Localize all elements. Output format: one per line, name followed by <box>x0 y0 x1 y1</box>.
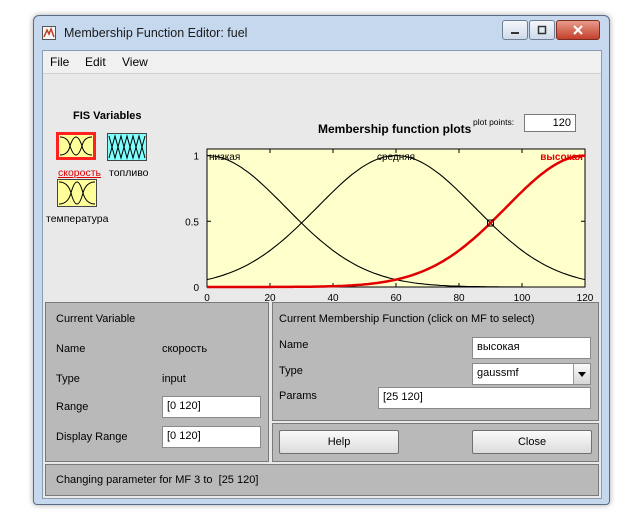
cv-name-value: скорость <box>162 343 208 355</box>
fis-var-temperatura-box[interactable] <box>57 179 97 207</box>
mf-label-1[interactable]: низкая <box>209 152 240 163</box>
buttons-panel: Help Close <box>272 423 599 462</box>
current-mf-title: Current Membership Function (click on MF… <box>279 313 535 325</box>
mf-label-3[interactable]: высокая <box>540 152 583 163</box>
current-variable-title: Current Variable <box>56 313 136 325</box>
close-button[interactable]: Close <box>472 430 592 454</box>
maximize-button[interactable] <box>529 20 555 40</box>
help-button[interactable]: Help <box>279 430 399 454</box>
menu-bar: File Edit View <box>43 51 601 74</box>
window-title: Membership Function Editor: fuel <box>64 26 248 40</box>
fis-var-skorost-box[interactable] <box>56 132 96 160</box>
dropdown-arrow-icon[interactable] <box>573 364 590 384</box>
cv-display-range-input[interactable]: [0 120] <box>162 426 261 448</box>
menu-view[interactable]: View <box>122 55 148 69</box>
output-variable-icon <box>108 134 146 160</box>
close-window-button[interactable] <box>556 20 600 40</box>
restore-icon <box>537 25 547 35</box>
fis-var-label-temperatura[interactable]: температура <box>46 213 108 225</box>
status-text: Changing parameter for MF 3 to [25 120] <box>56 474 259 486</box>
plot-points-label: plot points: <box>473 117 515 127</box>
mf-name-label: Name <box>279 339 309 351</box>
mf-type-select[interactable]: gaussmf <box>472 363 591 385</box>
mf-params-input[interactable]: [25 120] <box>378 387 591 409</box>
matlab-icon <box>42 26 56 40</box>
status-panel: Changing parameter for MF 3 to [25 120] <box>45 464 599 496</box>
fis-var-toplivo-box[interactable] <box>107 133 147 161</box>
app-window: Membership Function Editor: fuel File Ed… <box>33 15 610 505</box>
y-tick-label: 0.5 <box>185 217 199 228</box>
cv-range-label: Range <box>56 401 89 413</box>
mf-type-value: gaussmf <box>477 367 519 379</box>
fis-var-label-toplivo[interactable]: топливо <box>109 167 149 179</box>
fis-var-label-skorost[interactable]: скорость <box>58 167 101 179</box>
cv-display-range-label: Display Range <box>56 431 128 443</box>
current-mf-panel: Current Membership Function (click on MF… <box>272 302 599 421</box>
cv-type-label: Type <box>56 373 80 385</box>
current-variable-panel: Current Variable Name скорость Type inpu… <box>45 302 269 462</box>
input-variable-icon <box>58 181 96 205</box>
plot-background <box>206 148 586 288</box>
minimize-icon <box>511 32 519 34</box>
close-icon <box>573 25 583 35</box>
minimize-button[interactable] <box>502 20 528 40</box>
mf-type-label: Type <box>279 365 303 377</box>
mf-label-2[interactable]: средняя <box>377 152 415 163</box>
fis-variables-title: FIS Variables <box>73 110 142 122</box>
client-area: File Edit View FIS Variables скорость то… <box>42 50 602 499</box>
mf-name-input[interactable]: высокая <box>472 337 591 359</box>
y-tick-label: 0 <box>193 283 199 294</box>
cv-range-input[interactable]: [0 120] <box>162 396 261 418</box>
menu-edit[interactable]: Edit <box>85 55 106 69</box>
input-variable-icon <box>59 136 93 156</box>
cv-type-value: input <box>162 373 186 385</box>
menu-file[interactable]: File <box>50 55 69 69</box>
mf-params-label: Params <box>279 390 317 402</box>
title-bar: Membership Function Editor: fuel <box>34 16 609 50</box>
cv-name-label: Name <box>56 343 86 355</box>
membership-function-chart[interactable]: 0 20 40 60 80 100 12000.51 низкая средняя высокая… <box>173 131 598 306</box>
plot-points-input[interactable]: 120 <box>524 114 576 132</box>
y-tick-label: 1 <box>193 152 199 163</box>
